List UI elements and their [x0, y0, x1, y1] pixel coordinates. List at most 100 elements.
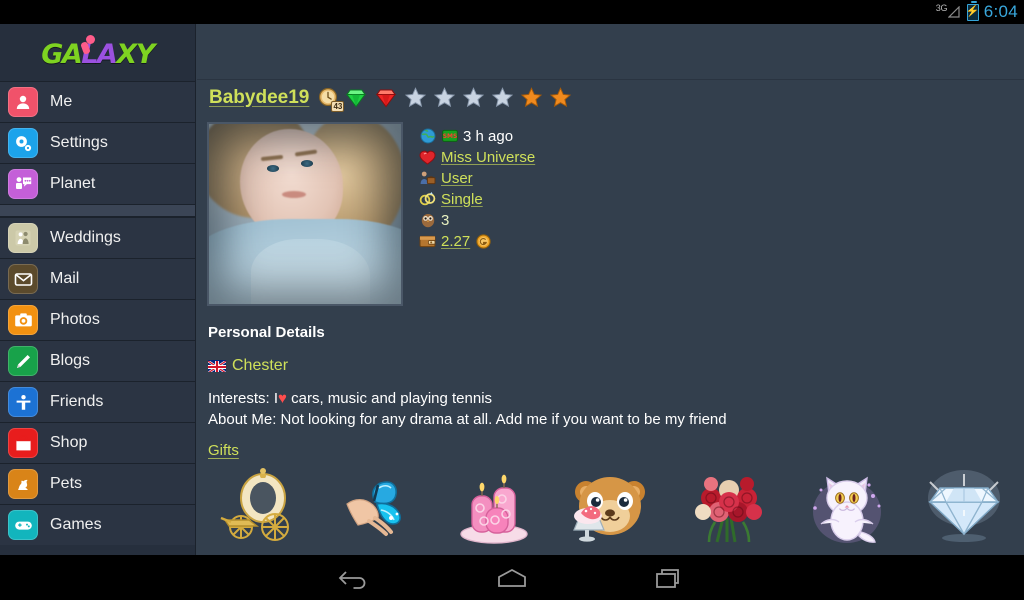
sidebar-item-planet[interactable]: Planet	[0, 163, 195, 204]
detail-value-balance[interactable]: 2.27	[441, 233, 470, 250]
pet-icon	[8, 469, 38, 499]
detail-row-lastseen: SMS 3 h ago	[419, 126, 535, 146]
recents-icon[interactable]	[647, 561, 693, 595]
red-diamond-icon[interactable]	[373, 87, 399, 109]
sidebar-item-label: Blogs	[50, 352, 91, 369]
sidebar: GALAXY Me Settings Planet Weddings Mail …	[0, 24, 196, 555]
sidebar-item-label: Weddings	[50, 229, 121, 246]
bag-icon	[8, 428, 38, 458]
sidebar-item-label: Mail	[50, 270, 80, 287]
profile-main: SMS 3 h ago Miss Universe User Single 3 …	[197, 114, 1024, 306]
sidebar-item-weddings[interactable]: Weddings	[0, 217, 195, 258]
profile-username[interactable]: Babydee19	[209, 87, 309, 109]
sms-icon: SMS	[441, 128, 458, 145]
sidebar-item-label: Photos	[50, 311, 100, 328]
profile-header: Babydee19 43	[197, 80, 1024, 114]
logo-part-1: GA	[41, 39, 83, 70]
detail-value-title[interactable]: Miss Universe	[441, 149, 535, 166]
diamond-gift[interactable]	[916, 468, 1012, 546]
detail-row-title: Miss Universe	[419, 147, 535, 167]
white-cat-gift[interactable]	[799, 468, 895, 546]
sidebar-item-pets[interactable]: Pets	[0, 463, 195, 504]
globe-icon	[419, 128, 436, 145]
sidebar-item-label: Settings	[50, 134, 108, 151]
rose-bouquet-gift[interactable]	[681, 468, 777, 546]
red-heart-icon	[419, 149, 436, 166]
app-logo[interactable]: GALAXY	[0, 24, 195, 81]
gamepad-icon	[8, 510, 38, 540]
sidebar-item-games[interactable]: Games	[0, 504, 195, 545]
profile-details-list: SMS 3 h ago Miss Universe User Single 3 …	[403, 122, 535, 306]
photo-vignette	[209, 124, 401, 304]
content-area: Babydee19 43 SMS 3 h ago Miss Universe U…	[197, 24, 1024, 555]
heart-glyph: ♥	[278, 390, 287, 407]
envelope-icon	[8, 264, 38, 294]
clock-badge-icon[interactable]: 43	[317, 87, 345, 112]
camera-icon	[8, 305, 38, 335]
detail-row-role: User	[419, 168, 535, 188]
golden-carriage-gift[interactable]	[211, 468, 307, 546]
teddy-bear-sundae-gift[interactable]	[564, 468, 660, 546]
star-silver-2	[433, 86, 456, 109]
sidebar-item-settings[interactable]: Settings	[0, 122, 195, 163]
star-silver-1	[404, 86, 427, 109]
sidebar-item-me[interactable]: Me	[0, 81, 195, 122]
person-icon	[8, 87, 38, 117]
android-status-bar: 3G ⚡ 6:04	[0, 0, 1024, 24]
svg-text:SMS: SMS	[442, 133, 457, 140]
signal-bars-icon	[947, 6, 960, 18]
couple-icon	[8, 223, 38, 253]
star-silver-3	[462, 86, 485, 109]
friends-icon	[8, 387, 38, 417]
sidebar-item-shop[interactable]: Shop	[0, 422, 195, 463]
sidebar-item-friends[interactable]: Friends	[0, 381, 195, 422]
bio-block: Interests: I♥ cars, music and playing te…	[208, 388, 1024, 430]
blue-butterfly-gift[interactable]	[329, 468, 425, 546]
star-silver-4	[491, 86, 514, 109]
about-line: About Me: Not looking for any drama at a…	[208, 411, 727, 428]
location-row: Chester	[208, 357, 1024, 375]
galaxy-logo-text: GALAXY	[41, 35, 155, 70]
interests-line: Interests: I♥ cars, music and playing te…	[208, 388, 1024, 409]
sidebar-item-label: Friends	[50, 393, 104, 410]
home-icon[interactable]	[489, 561, 535, 595]
gifts-link[interactable]: Gifts	[208, 442, 239, 459]
detail-row-balance: 2.27	[419, 231, 535, 251]
detail-value-count: 3	[441, 211, 450, 229]
sidebar-item-blogs[interactable]: Blogs	[0, 340, 195, 381]
personal-details-section: Personal Details Chester Interests: I♥ c…	[197, 306, 1024, 460]
uk-flag-icon	[208, 360, 226, 372]
sidebar-section-divider	[0, 204, 195, 217]
sidebar-item-label: Pets	[50, 475, 83, 492]
status-bar-right: 3G ⚡ 6:04	[936, 0, 1018, 24]
content-top-bar	[197, 24, 1024, 80]
detail-row-status: Single	[419, 189, 535, 209]
gear-icon	[8, 128, 38, 158]
android-nav-bar	[0, 555, 1024, 600]
detail-row-count: 3	[419, 210, 535, 230]
back-icon[interactable]	[331, 561, 377, 595]
sidebar-item-label: Planet	[50, 175, 96, 192]
sidebar-item-photos[interactable]: Photos	[0, 299, 195, 340]
sidebar-item-mail[interactable]: Mail	[0, 258, 195, 299]
pencil-icon	[8, 346, 38, 376]
logo-part-3: XY	[116, 39, 155, 70]
wallet-icon	[419, 233, 436, 250]
signal-indicator: 3G	[936, 3, 962, 21]
app-root: 3G ⚡ 6:04 GALAXY Me Settings Planet Wedd…	[0, 0, 1024, 600]
pink-candles-gift[interactable]	[446, 468, 542, 546]
sidebar-item-label: Games	[50, 516, 102, 533]
green-diamond-icon[interactable]	[343, 87, 369, 109]
profile-photo[interactable]	[207, 122, 403, 306]
app-frame: GALAXY Me Settings Planet Weddings Mail …	[0, 24, 1024, 555]
detail-value-role[interactable]: User	[441, 170, 473, 187]
interests-label: Interests: I	[208, 390, 279, 407]
detail-value-status[interactable]: Single	[441, 191, 483, 208]
star-gold-2	[549, 86, 572, 109]
sidebar-item-label: Shop	[50, 434, 88, 451]
detail-value-lastseen: 3 h ago	[463, 127, 514, 145]
location-name[interactable]: Chester	[232, 357, 288, 375]
battery-charging-icon: ⚡	[966, 1, 980, 21]
gold-coin-icon	[475, 233, 492, 250]
owl-icon	[419, 212, 436, 229]
